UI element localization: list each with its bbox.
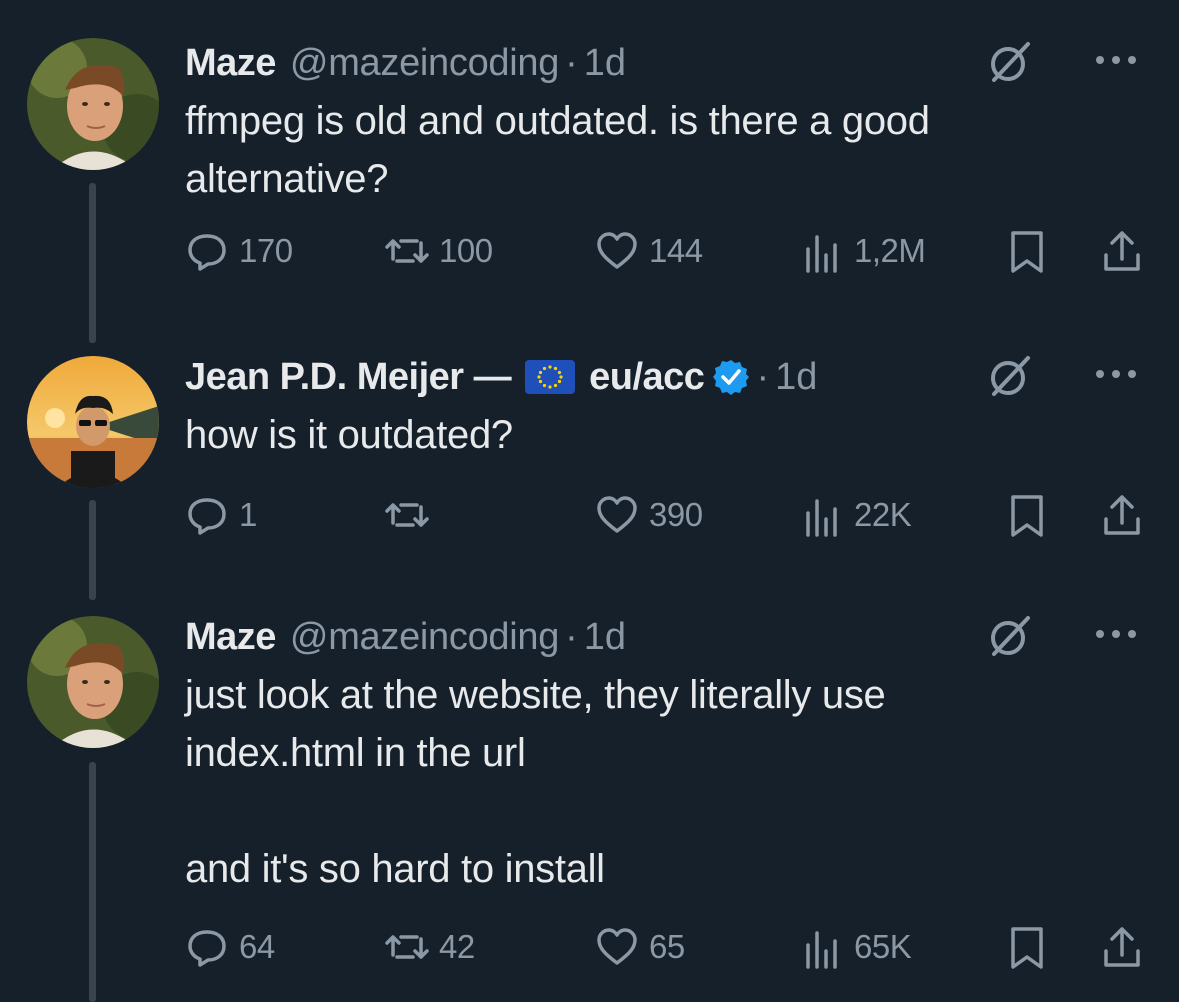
avatar[interactable] bbox=[27, 356, 159, 488]
view-count: 1,2M bbox=[854, 232, 926, 269]
separator-dot: · bbox=[565, 41, 578, 84]
timestamp[interactable]: 1d bbox=[584, 42, 626, 85]
tweet-1[interactable]: Maze @mazeincoding · 1d ffmpeg is old an… bbox=[0, 38, 1179, 343]
tweet-text: how is it outdated? bbox=[185, 413, 513, 457]
avatar[interactable] bbox=[27, 38, 159, 170]
reply-count: 64 bbox=[239, 928, 275, 965]
views-button[interactable]: 65K bbox=[800, 922, 912, 972]
thread-line bbox=[89, 500, 96, 600]
bookmark-icon bbox=[1011, 495, 1043, 537]
user-handle[interactable]: @mazeincoding bbox=[290, 616, 559, 659]
retweet-count: 42 bbox=[439, 928, 475, 965]
bookmark-icon bbox=[1011, 231, 1043, 273]
grok-icon[interactable] bbox=[986, 612, 1034, 660]
tweet-text: just look at the website, they literally… bbox=[185, 673, 886, 891]
retweet-button[interactable]: 42 bbox=[385, 922, 475, 972]
views-button[interactable]: 22K bbox=[800, 490, 912, 540]
analytics-icon bbox=[806, 931, 837, 969]
tweet-header: Jean P.D. Meijer — eu/acc · 1d bbox=[185, 352, 1149, 402]
retweet-icon bbox=[385, 935, 429, 959]
share-icon bbox=[1104, 927, 1140, 967]
thread-line bbox=[89, 762, 96, 1002]
tweet-actions: 64 42 65 65K bbox=[185, 922, 1155, 972]
reply-icon bbox=[188, 930, 226, 967]
view-count: 65K bbox=[854, 928, 912, 965]
bookmark-button[interactable] bbox=[1005, 490, 1059, 540]
verified-badge-icon bbox=[712, 358, 750, 396]
reply-icon bbox=[188, 498, 226, 535]
share-icon bbox=[1104, 495, 1140, 535]
reply-count: 170 bbox=[239, 232, 293, 269]
retweet-icon bbox=[385, 503, 429, 527]
bookmark-icon bbox=[1011, 927, 1043, 969]
share-button[interactable] bbox=[1100, 490, 1154, 540]
like-button[interactable]: 65 bbox=[595, 922, 685, 972]
separator-dot: · bbox=[756, 355, 770, 398]
like-count: 144 bbox=[649, 232, 703, 269]
avatar[interactable] bbox=[27, 616, 159, 748]
like-button[interactable]: 390 bbox=[595, 490, 703, 540]
like-count: 390 bbox=[649, 496, 703, 533]
reply-button[interactable]: 1 bbox=[185, 490, 257, 540]
heart-icon bbox=[597, 496, 637, 533]
timestamp[interactable]: 1d bbox=[775, 356, 817, 399]
share-button[interactable] bbox=[1100, 226, 1154, 276]
bookmark-button[interactable] bbox=[1005, 226, 1059, 276]
display-name[interactable]: Maze bbox=[185, 616, 276, 659]
share-button[interactable] bbox=[1100, 922, 1154, 972]
analytics-icon bbox=[806, 235, 837, 273]
display-name[interactable]: Maze bbox=[185, 42, 276, 85]
analytics-icon bbox=[806, 499, 837, 537]
tweet-header: Maze @mazeincoding · 1d bbox=[185, 38, 1149, 88]
thread-line bbox=[89, 183, 96, 343]
tweet-2[interactable]: Jean P.D. Meijer — eu/acc · 1d how is it… bbox=[0, 352, 1179, 602]
display-name[interactable]: Jean P.D. Meijer — bbox=[185, 356, 512, 399]
share-icon bbox=[1104, 231, 1140, 271]
tweet-3[interactable]: Maze @mazeincoding · 1d just look at the… bbox=[0, 612, 1179, 1002]
tweet-actions: 170 100 144 1,2M bbox=[185, 226, 1155, 276]
reply-button[interactable]: 64 bbox=[185, 922, 275, 972]
reply-count: 1 bbox=[239, 496, 257, 533]
views-button[interactable]: 1,2M bbox=[800, 226, 926, 276]
eu-flag-icon bbox=[525, 360, 576, 394]
retweet-button[interactable]: 100 bbox=[385, 226, 493, 276]
heart-icon bbox=[597, 232, 637, 269]
retweet-button[interactable] bbox=[385, 490, 439, 540]
more-options-icon[interactable] bbox=[1091, 352, 1141, 400]
display-name-suffix[interactable]: eu/acc bbox=[589, 356, 705, 399]
separator-dot: · bbox=[565, 615, 578, 658]
tweet-actions: 1 390 22K bbox=[185, 490, 1155, 540]
view-count: 22K bbox=[854, 496, 912, 533]
like-count: 65 bbox=[649, 928, 685, 965]
retweet-count: 100 bbox=[439, 232, 493, 269]
grok-icon[interactable] bbox=[986, 352, 1034, 400]
retweet-icon bbox=[385, 239, 429, 263]
user-handle[interactable]: @mazeincoding bbox=[290, 42, 559, 85]
heart-icon bbox=[597, 928, 637, 965]
reply-icon bbox=[188, 234, 226, 271]
bookmark-button[interactable] bbox=[1005, 922, 1059, 972]
reply-button[interactable]: 170 bbox=[185, 226, 293, 276]
more-options-icon[interactable] bbox=[1091, 38, 1141, 86]
tweet-text: ffmpeg is old and outdated. is there a g… bbox=[185, 99, 930, 201]
grok-icon[interactable] bbox=[986, 38, 1034, 86]
like-button[interactable]: 144 bbox=[595, 226, 703, 276]
tweet-header: Maze @mazeincoding · 1d bbox=[185, 612, 1149, 662]
more-options-icon[interactable] bbox=[1091, 612, 1141, 660]
timestamp[interactable]: 1d bbox=[584, 616, 626, 659]
